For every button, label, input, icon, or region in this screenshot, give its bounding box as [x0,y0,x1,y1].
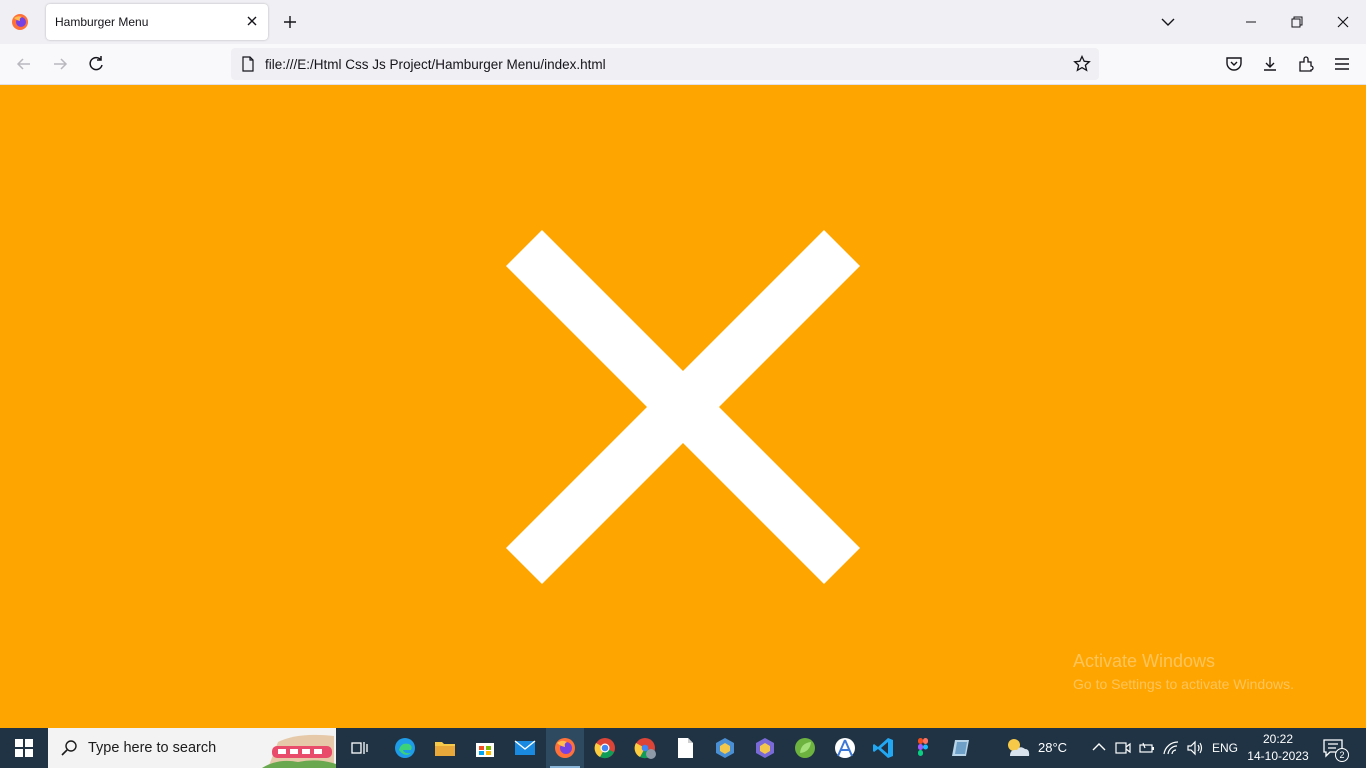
new-tab-icon[interactable] [280,12,300,32]
firefox-icon[interactable] [10,12,30,32]
taskbar-app-cube-1[interactable] [706,728,744,768]
taskbar-app-chrome-profile[interactable] [626,728,664,768]
android-studio-icon [835,738,855,758]
hamburger-menu-icon[interactable] [1332,54,1352,74]
page-icon [242,56,254,72]
notification-count-badge: 2 [1335,748,1349,762]
start-button[interactable] [0,728,48,768]
meet-now-icon[interactable] [1114,739,1132,757]
chevron-up-icon[interactable] [1090,739,1108,757]
windows-logo-icon [15,739,33,757]
edge-icon [395,738,415,758]
language-indicator[interactable]: ENG [1212,741,1238,755]
close-x-icon[interactable] [506,230,860,584]
reload-icon[interactable] [86,54,106,74]
wifi-icon[interactable] [1162,739,1180,757]
close-tab-icon[interactable] [244,13,260,29]
taskbar-app-firefox[interactable] [546,728,584,768]
store-icon [476,743,494,757]
vscode-icon [873,738,893,758]
taskbar: Type here to search 28°C ENG 20:22 14-10… [0,728,1366,768]
address-bar[interactable]: file:///E:/Html Css Js Project/Hamburger… [231,48,1099,80]
page-content: Activate Windows Go to Settings to activ… [0,85,1366,728]
minimize-icon [1246,21,1256,23]
taskbar-app-android-studio[interactable] [826,728,864,768]
close-window-button[interactable] [1320,0,1366,44]
active-tab[interactable]: Hamburger Menu [46,4,268,40]
chrome-profile-icon [634,738,656,759]
back-icon[interactable] [14,54,34,74]
task-view-icon [351,742,368,754]
search-placeholder: Type here to search [88,740,217,756]
figma-icon [918,738,928,756]
file-icon [678,738,693,758]
taskbar-app-vscode[interactable] [864,728,902,768]
pocket-icon[interactable] [1224,54,1244,74]
taskbar-app-store[interactable] [466,728,504,768]
taskbar-app-cube-2[interactable] [746,728,784,768]
taskbar-app-folder[interactable] [942,728,980,768]
taskbar-app-chrome[interactable] [586,728,624,768]
battery-icon[interactable] [1138,739,1156,757]
weather-icon[interactable] [1004,736,1032,760]
watermark-subtitle: Go to Settings to activate Windows. [1073,676,1294,692]
taskbar-app-notepad[interactable] [666,728,704,768]
restore-icon [1291,16,1303,28]
mail-icon [514,740,536,755]
taskbar-app-file-explorer[interactable] [426,728,464,768]
leaf-icon [795,738,815,758]
taskbar-search[interactable]: Type here to search [48,728,336,768]
extensions-icon[interactable] [1296,54,1316,74]
clock-time: 20:22 [1262,732,1294,746]
tab-title: Hamburger Menu [55,15,149,29]
watermark-title: Activate Windows [1073,651,1216,671]
clock-date: 14-10-2023 [1247,749,1309,763]
chrome-icon [594,738,615,759]
cube-app-icon [716,738,734,758]
bookmark-star-icon[interactable] [1073,55,1091,73]
firefox-icon [555,738,575,758]
minimize-button[interactable] [1228,0,1274,44]
notification-center-button[interactable]: 2 [1322,738,1349,762]
taskbar-app-edge[interactable] [386,728,424,768]
search-highlight-illustration [258,728,336,768]
downloads-icon[interactable] [1260,54,1280,74]
folder-icon [435,742,455,756]
cube-app-icon [756,738,774,758]
forward-icon[interactable] [50,54,70,74]
url-text[interactable]: file:///E:/Html Css Js Project/Hamburger… [265,57,606,72]
tab-strip: Hamburger Menu [0,0,1366,44]
app-folder-icon [952,740,969,756]
weather-temperature[interactable]: 28°C [1038,740,1067,755]
activation-watermark: Activate Windows Go to Settings to activ… [1073,651,1294,692]
navigation-toolbar: file:///E:/Html Css Js Project/Hamburger… [0,44,1366,85]
volume-icon[interactable] [1186,739,1204,757]
close-icon [1337,16,1349,28]
task-view-button[interactable] [341,728,379,768]
taskbar-app-mail[interactable] [506,728,544,768]
clock[interactable]: 20:22 14-10-2023 [1243,731,1313,765]
taskbar-app-figma[interactable] [904,728,942,768]
search-icon [61,740,77,756]
restore-button[interactable] [1274,0,1320,44]
list-all-tabs-icon[interactable] [1158,12,1178,32]
taskbar-app-spring-tool[interactable] [786,728,824,768]
